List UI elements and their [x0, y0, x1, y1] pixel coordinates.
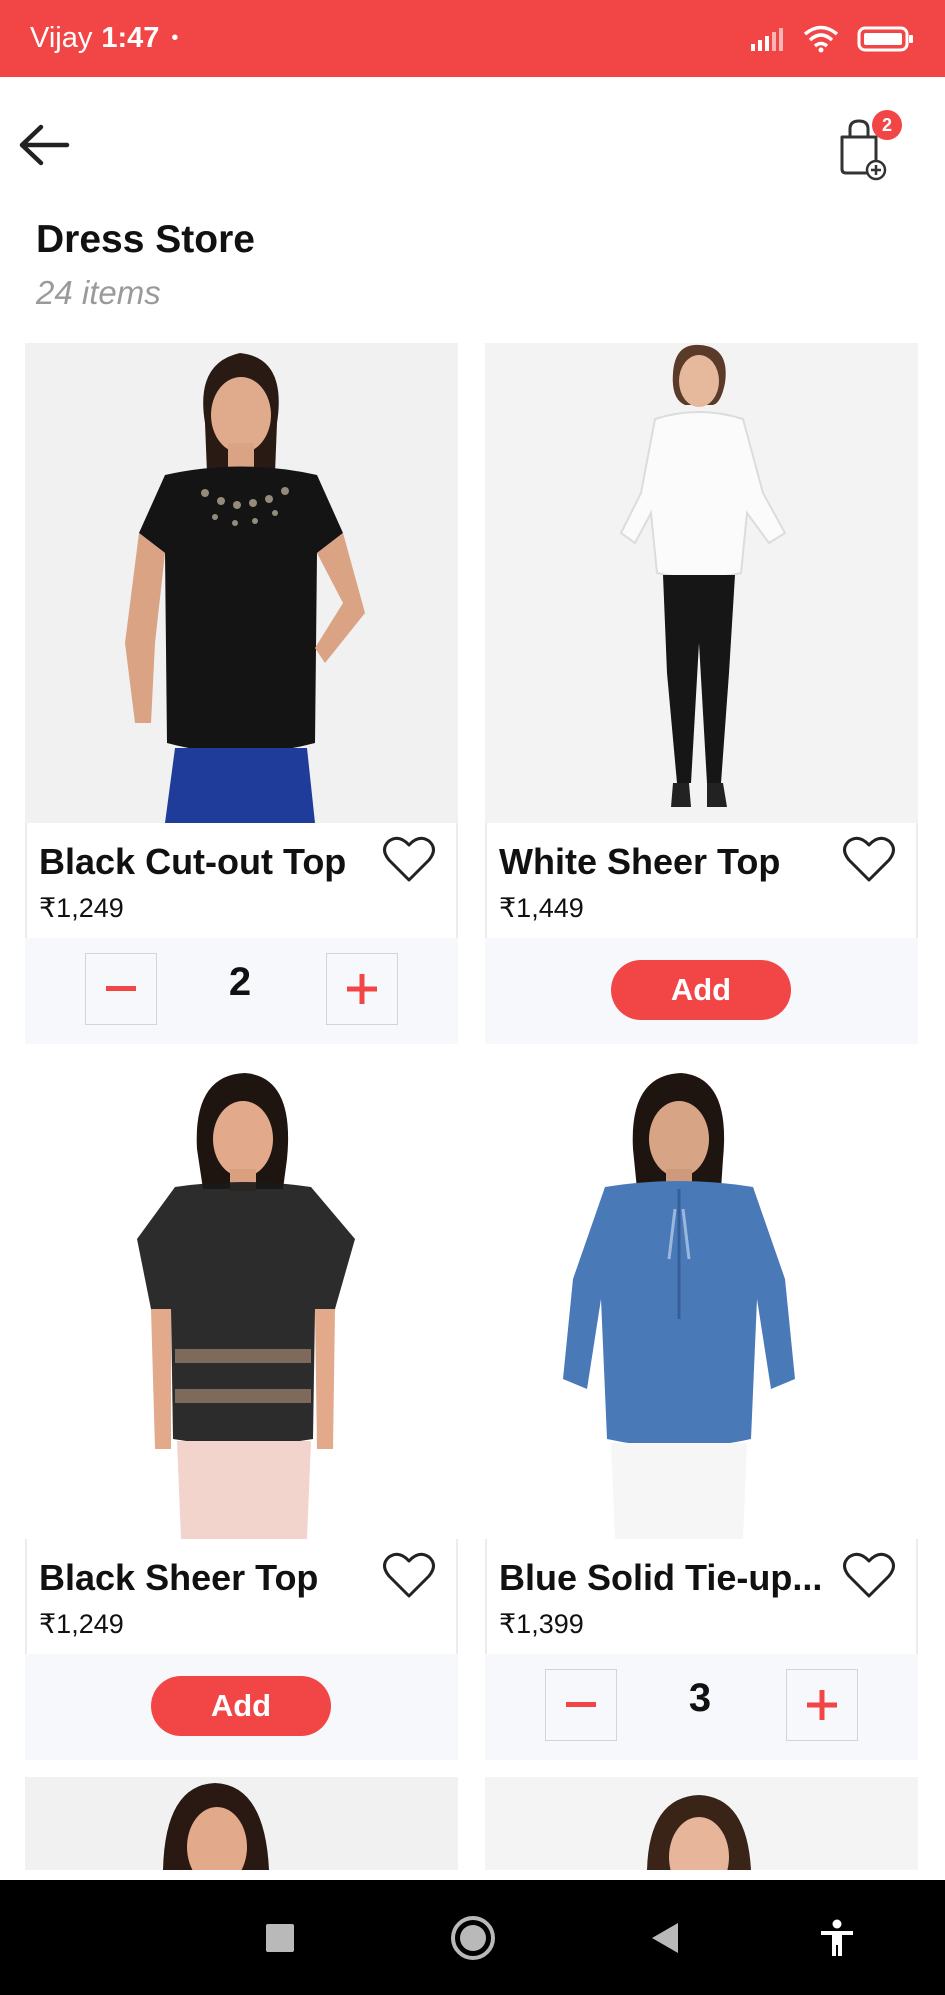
favorite-button[interactable] — [382, 1551, 436, 1601]
arrow-left-icon — [19, 124, 70, 166]
accessibility-button[interactable] — [802, 1880, 872, 1995]
plus-icon — [347, 974, 377, 1004]
heart-outline-icon — [383, 836, 435, 882]
product-name[interactable]: White Sheer Top — [499, 841, 780, 883]
product-card[interactable] — [25, 1777, 458, 1870]
favorite-button[interactable] — [382, 835, 436, 885]
product-name[interactable]: Blue Solid Tie-up... — [499, 1557, 822, 1599]
add-to-cart-button[interactable]: Add — [151, 1676, 331, 1736]
add-to-cart-button[interactable]: Add — [611, 960, 791, 1020]
quantity-value: 2 — [228, 960, 252, 1004]
card-actions: Add — [25, 1654, 458, 1760]
app-bar: 2 — [0, 77, 945, 212]
product-photo-black-top — [25, 343, 458, 823]
battery-icon — [857, 26, 913, 51]
product-card[interactable]: Blue Solid Tie-up... ₹1,399 3 — [485, 1059, 918, 1760]
status-icons — [751, 25, 915, 53]
product-info: White Sheer Top ₹1,449 — [485, 823, 918, 938]
notification-dot: • — [171, 27, 179, 49]
decrease-quantity-button[interactable] — [545, 1669, 617, 1741]
minus-icon — [106, 986, 136, 991]
accessibility-icon — [821, 1919, 853, 1956]
recent-apps-button[interactable] — [245, 1880, 315, 1995]
square-icon — [266, 1923, 294, 1952]
product-photo-partial — [25, 1777, 458, 1870]
decrease-quantity-button[interactable] — [85, 953, 157, 1025]
increase-quantity-button[interactable] — [786, 1669, 858, 1741]
product-card[interactable]: White Sheer Top ₹1,449 Add — [485, 343, 918, 1044]
product-card[interactable]: Black Cut-out Top ₹1,249 2 — [25, 343, 458, 1044]
product-info: Blue Solid Tie-up... ₹1,399 — [485, 1539, 918, 1654]
heart-outline-icon — [383, 1552, 435, 1598]
system-nav-bar — [0, 1880, 945, 1995]
cart-button[interactable]: 2 — [836, 109, 908, 181]
favorite-button[interactable] — [842, 1551, 896, 1601]
carrier-name: Vijay — [30, 22, 93, 54]
product-image[interactable] — [485, 1059, 918, 1539]
product-image[interactable] — [485, 1777, 918, 1870]
product-image[interactable] — [485, 343, 918, 823]
quantity-stepper: 3 — [485, 1654, 918, 1760]
heart-outline-icon — [843, 1552, 895, 1598]
product-price: ₹1,249 — [39, 1609, 124, 1639]
product-name[interactable]: Black Cut-out Top — [39, 841, 346, 883]
product-photo-white-top — [485, 343, 918, 823]
triangle-back-icon — [652, 1922, 678, 1953]
card-actions: Add — [485, 938, 918, 1044]
home-button[interactable] — [438, 1880, 508, 1995]
quantity-stepper: 2 — [25, 938, 458, 1044]
cart-count-badge: 2 — [872, 110, 902, 140]
back-nav-button[interactable] — [630, 1880, 700, 1995]
wifi-icon — [803, 25, 839, 52]
product-image[interactable] — [25, 1777, 458, 1870]
back-button[interactable] — [14, 115, 74, 175]
product-photo-partial — [485, 1777, 918, 1870]
product-info: Black Sheer Top ₹1,249 — [25, 1539, 458, 1654]
product-name[interactable]: Black Sheer Top — [39, 1557, 318, 1599]
status-time: 1:47 — [101, 22, 160, 54]
heart-outline-icon — [843, 836, 895, 882]
minus-icon — [566, 1702, 596, 1707]
product-price: ₹1,449 — [499, 893, 584, 923]
favorite-button[interactable] — [842, 835, 896, 885]
page-title: Dress Store — [36, 218, 255, 261]
product-photo-blue-top — [485, 1059, 918, 1539]
item-count: 24 items — [36, 274, 161, 311]
product-price: ₹1,399 — [499, 1609, 584, 1639]
product-image[interactable] — [25, 1059, 458, 1539]
product-card[interactable]: Black Sheer Top ₹1,249 Add — [25, 1059, 458, 1760]
circle-icon — [451, 1915, 495, 1960]
signal-icon — [751, 27, 783, 51]
increase-quantity-button[interactable] — [326, 953, 398, 1025]
quantity-value: 3 — [688, 1676, 712, 1720]
plus-icon — [807, 1690, 837, 1720]
product-info: Black Cut-out Top ₹1,249 — [25, 823, 458, 938]
product-card[interactable] — [485, 1777, 918, 1870]
product-photo-black-sheer-top — [25, 1059, 458, 1539]
product-image[interactable] — [25, 343, 458, 823]
status-bar: Vijay 1:47 • — [0, 0, 945, 77]
product-price: ₹1,249 — [39, 893, 124, 923]
